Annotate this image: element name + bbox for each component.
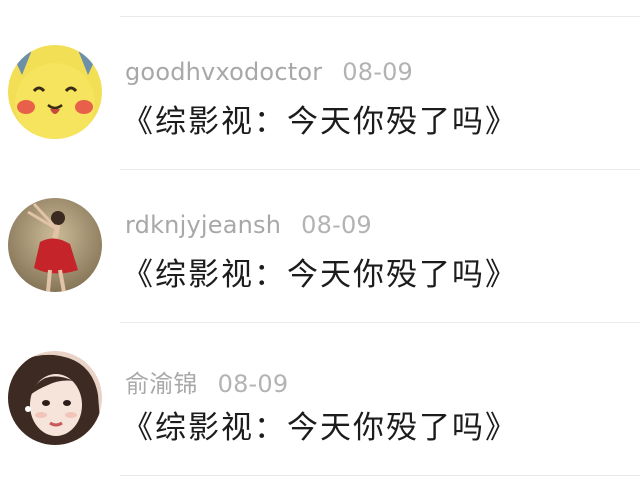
pikachu-avatar-icon xyxy=(8,45,102,139)
comment-meta: goodhvxodoctor 08-09 xyxy=(125,58,413,86)
comment-text: 《综影视：今天你殁了吗》 xyxy=(122,410,518,446)
comment-item[interactable]: 俞渝锦 08-09 《综影视：今天你殁了吗》 xyxy=(0,306,640,456)
comment-item[interactable]: rdknjyjeansh 08-09 《综影视：今天你殁了吗》 xyxy=(0,153,640,303)
username-link[interactable]: goodhvxodoctor xyxy=(125,58,322,86)
user-avatar[interactable] xyxy=(8,45,102,139)
comment-text: 《综影视：今天你殁了吗》 xyxy=(122,257,518,293)
girl-portrait-avatar-icon xyxy=(8,351,102,445)
user-avatar[interactable] xyxy=(8,198,102,292)
comment-text: 《综影视：今天你殁了吗》 xyxy=(122,104,518,140)
comment-meta: 俞渝锦 08-09 xyxy=(125,364,288,399)
user-avatar[interactable] xyxy=(8,351,102,445)
comment-meta: rdknjyjeansh 08-09 xyxy=(125,211,372,239)
comment-date: 08-09 xyxy=(342,58,414,86)
comment-date: 08-09 xyxy=(301,211,372,239)
dancer-avatar-icon xyxy=(8,198,102,292)
comment-item[interactable]: goodhvxodoctor 08-09 《综影视：今天你殁了吗》 xyxy=(0,0,640,150)
username-link[interactable]: rdknjyjeansh xyxy=(125,211,281,239)
comment-date: 08-09 xyxy=(217,370,289,398)
username-link[interactable]: 俞渝锦 xyxy=(125,370,198,398)
comment-divider xyxy=(120,475,640,476)
